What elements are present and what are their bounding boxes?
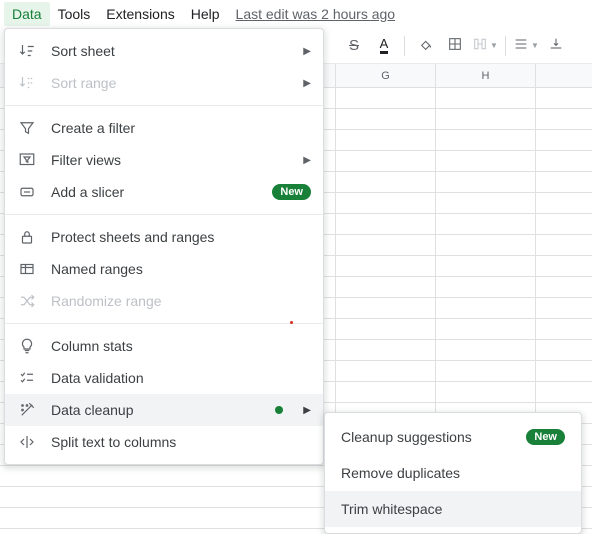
- paint-bucket-icon: [417, 36, 433, 55]
- sort-range-icon: [17, 73, 37, 93]
- borders-button[interactable]: [443, 34, 467, 58]
- last-edit-link[interactable]: Last edit was 2 hours ago: [236, 6, 396, 22]
- menu-help[interactable]: Help: [183, 2, 228, 26]
- submenu-arrow-icon: ▶: [303, 46, 311, 57]
- col-header-g[interactable]: G: [336, 64, 436, 87]
- menu-data[interactable]: Data: [4, 2, 50, 26]
- menu-add-slicer-label: Add a slicer: [51, 184, 258, 200]
- menu-data-cleanup[interactable]: Data cleanup ▶: [5, 394, 323, 426]
- menu-create-filter[interactable]: Create a filter: [5, 112, 323, 144]
- menu-split-text-label: Split text to columns: [51, 434, 311, 450]
- new-badge: New: [526, 429, 565, 445]
- slicer-icon: [17, 182, 37, 202]
- menu-column-stats-label: Column stats: [51, 338, 311, 354]
- valign-icon: [548, 36, 564, 55]
- data-cleanup-submenu: Cleanup suggestions New Remove duplicate…: [324, 412, 582, 534]
- lightbulb-icon: [17, 336, 37, 356]
- menu-tools[interactable]: Tools: [50, 2, 99, 26]
- merge-cells-button[interactable]: ▼: [473, 34, 497, 58]
- menu-sort-sheet-label: Sort sheet: [51, 43, 289, 59]
- text-color-button[interactable]: A: [372, 34, 396, 58]
- menu-sort-range: Sort range ▶: [5, 67, 323, 99]
- submenu-cleanup-suggestions-label: Cleanup suggestions: [341, 429, 516, 445]
- strikethrough-button[interactable]: S: [342, 34, 366, 58]
- menu-randomize-range-label: Randomize range: [51, 293, 311, 309]
- menu-data-cleanup-label: Data cleanup: [51, 402, 261, 418]
- horizontal-align-button[interactable]: ▼: [514, 34, 538, 58]
- lock-icon: [17, 227, 37, 247]
- menu-extensions[interactable]: Extensions: [98, 2, 182, 26]
- menu-named-ranges[interactable]: Named ranges: [5, 253, 323, 285]
- menu-sort-sheet[interactable]: Sort sheet ▶: [5, 35, 323, 67]
- checklist-icon: [17, 368, 37, 388]
- menu-data-validation[interactable]: Data validation: [5, 362, 323, 394]
- menubar: Data Tools Extensions Help Last edit was…: [0, 0, 592, 28]
- menu-column-stats[interactable]: Column stats: [5, 330, 323, 362]
- submenu-cleanup-suggestions[interactable]: Cleanup suggestions New: [325, 419, 581, 455]
- submenu-arrow-icon: ▶: [303, 405, 311, 416]
- decorative-dot: [290, 321, 293, 324]
- sort-sheet-icon: [17, 41, 37, 61]
- data-dropdown-menu: Sort sheet ▶ Sort range ▶ Create a filte…: [4, 28, 324, 465]
- cleanup-icon: [17, 400, 37, 420]
- named-ranges-icon: [17, 259, 37, 279]
- new-badge: New: [272, 184, 311, 200]
- vertical-align-button[interactable]: [544, 34, 568, 58]
- borders-icon: [447, 36, 463, 55]
- submenu-remove-duplicates-label: Remove duplicates: [341, 465, 565, 481]
- menu-sort-range-label: Sort range: [51, 75, 289, 91]
- menu-randomize-range: Randomize range: [5, 285, 323, 317]
- menu-protect-sheets[interactable]: Protect sheets and ranges: [5, 221, 323, 253]
- new-indicator-dot: [275, 406, 283, 414]
- menu-split-text[interactable]: Split text to columns: [5, 426, 323, 458]
- menu-add-slicer[interactable]: Add a slicer New: [5, 176, 323, 208]
- submenu-trim-whitespace[interactable]: Trim whitespace: [325, 491, 581, 527]
- filter-icon: [17, 118, 37, 138]
- submenu-arrow-icon: ▶: [303, 78, 311, 89]
- submenu-remove-duplicates[interactable]: Remove duplicates: [325, 455, 581, 491]
- filter-views-icon: [17, 150, 37, 170]
- menu-create-filter-label: Create a filter: [51, 120, 311, 136]
- menu-named-ranges-label: Named ranges: [51, 261, 311, 277]
- fill-color-button[interactable]: [413, 34, 437, 58]
- split-icon: [17, 432, 37, 452]
- submenu-trim-whitespace-label: Trim whitespace: [341, 501, 565, 517]
- col-header-h[interactable]: H: [436, 64, 536, 87]
- align-icon: [513, 36, 529, 55]
- menu-filter-views-label: Filter views: [51, 152, 289, 168]
- menu-filter-views[interactable]: Filter views ▶: [5, 144, 323, 176]
- menu-protect-sheets-label: Protect sheets and ranges: [51, 229, 311, 245]
- submenu-arrow-icon: ▶: [303, 155, 311, 166]
- shuffle-icon: [17, 291, 37, 311]
- merge-icon: [472, 36, 488, 55]
- menu-data-validation-label: Data validation: [51, 370, 311, 386]
